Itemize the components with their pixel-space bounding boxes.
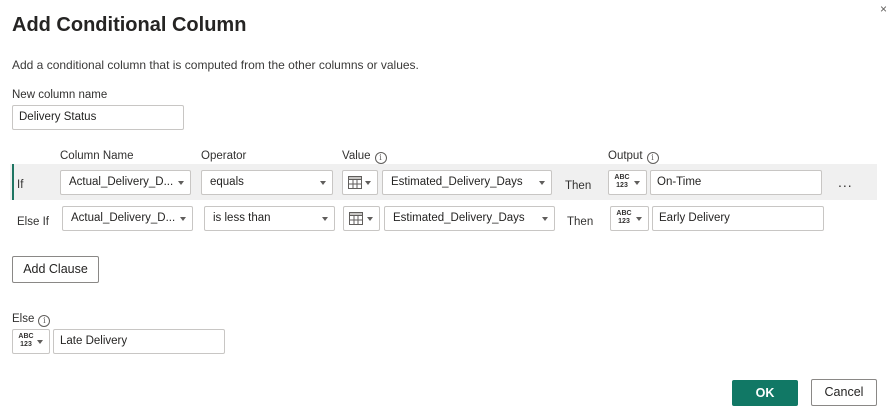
column-dropdown[interactable]: Actual_Delivery_D...	[60, 170, 191, 195]
output-type-button[interactable]: ABC 123	[610, 206, 649, 231]
then-label: Then	[567, 216, 594, 228]
abc-123-icon: ABC 123	[614, 174, 630, 189]
else-if-label: Else If	[17, 216, 49, 228]
if-label: If	[17, 179, 24, 191]
then-label: Then	[565, 180, 592, 192]
value-dropdown[interactable]: Estimated_Delivery_Days	[382, 170, 552, 195]
new-column-name-label: New column name	[12, 89, 108, 101]
dialog-title: Add Conditional Column	[12, 14, 247, 36]
operator-dropdown[interactable]: is less than	[204, 206, 335, 231]
else-input[interactable]: Late Delivery	[53, 329, 225, 354]
operator-header: Operator	[201, 150, 247, 162]
info-icon[interactable]: i	[38, 315, 51, 327]
table-icon	[348, 176, 362, 189]
output-input[interactable]: Early Delivery	[652, 206, 824, 231]
chevron-down-icon	[634, 181, 640, 185]
chevron-down-icon	[367, 217, 373, 221]
abc-123-icon: ABC 123	[18, 333, 34, 348]
value-dropdown[interactable]: Estimated_Delivery_Days	[384, 206, 555, 231]
column-dropdown[interactable]: Actual_Delivery_D...	[62, 206, 193, 231]
chevron-down-icon	[178, 181, 184, 185]
chevron-down-icon	[539, 181, 545, 185]
info-icon[interactable]: i	[646, 152, 659, 164]
value-header: Value i	[342, 150, 387, 164]
add-clause-button[interactable]: Add Clause	[12, 256, 99, 283]
selected-row-indicator	[12, 164, 14, 200]
output-type-button[interactable]: ABC 123	[608, 170, 647, 195]
column-name-header: Column Name	[60, 150, 134, 162]
ok-button[interactable]: OK	[732, 380, 798, 406]
cancel-button[interactable]: Cancel	[811, 379, 877, 406]
chevron-down-icon	[180, 217, 186, 221]
new-column-name-input[interactable]: Delivery Status	[12, 105, 184, 130]
chevron-down-icon	[320, 181, 326, 185]
abc-123-icon: ABC 123	[616, 210, 632, 225]
dialog-description: Add a conditional column that is compute…	[12, 58, 419, 72]
chevron-down-icon	[636, 217, 642, 221]
info-icon[interactable]: i	[374, 152, 387, 164]
chevron-down-icon	[365, 181, 371, 185]
chevron-down-icon	[542, 217, 548, 221]
more-options-icon[interactable]: ...	[838, 174, 853, 190]
else-label: Else i	[12, 313, 51, 327]
output-header: Output i	[608, 150, 659, 164]
else-type-button[interactable]: ABC 123	[12, 329, 50, 354]
chevron-down-icon	[37, 340, 43, 344]
close-icon[interactable]: ×	[880, 2, 887, 16]
output-input[interactable]: On-Time	[650, 170, 822, 195]
chevron-down-icon	[322, 217, 328, 221]
value-type-button[interactable]	[343, 206, 380, 231]
operator-dropdown[interactable]: equals	[201, 170, 333, 195]
value-type-button[interactable]	[342, 170, 378, 195]
table-icon	[349, 212, 363, 225]
